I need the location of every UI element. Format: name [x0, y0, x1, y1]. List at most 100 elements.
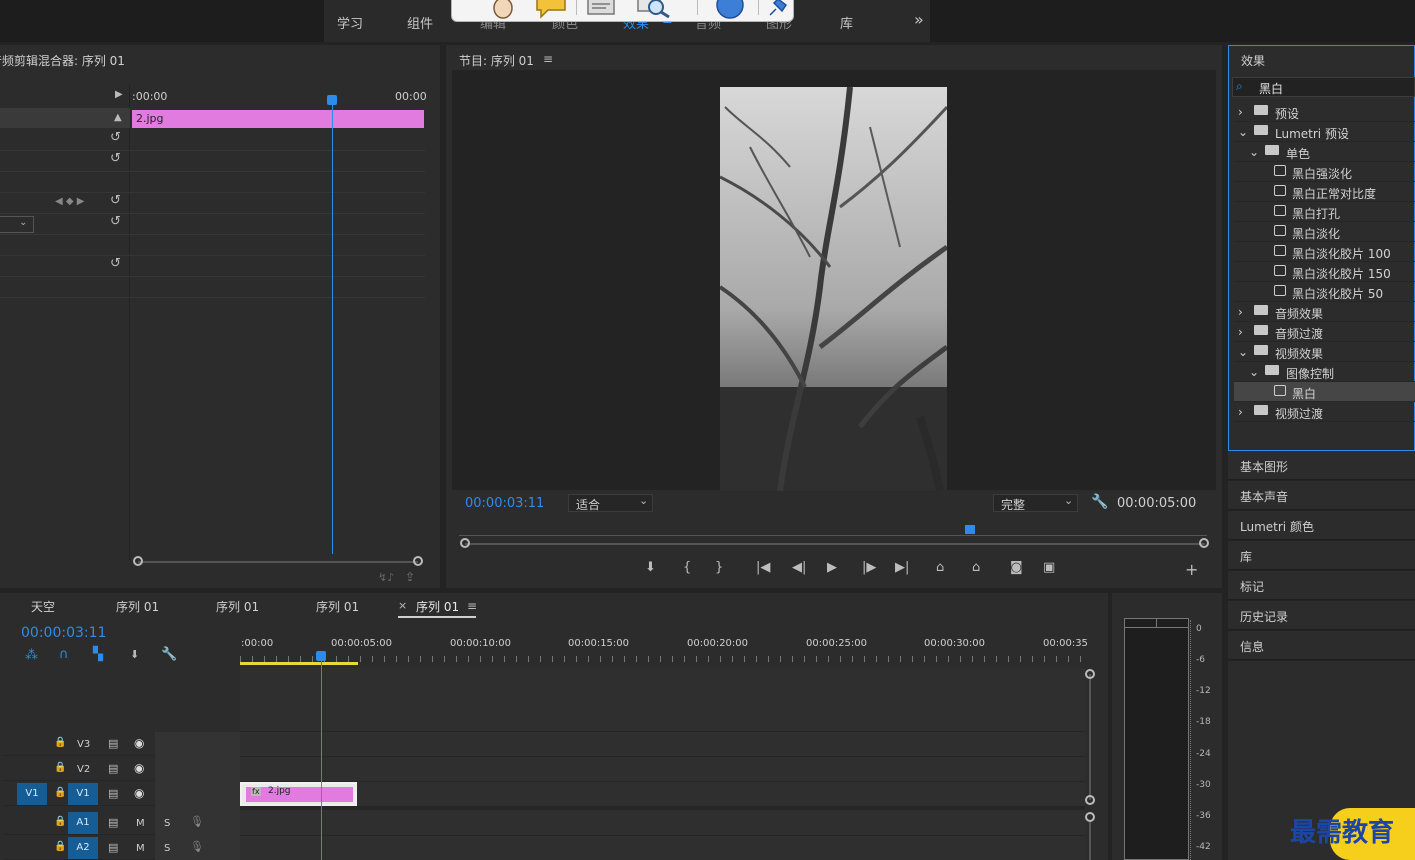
- add-marker-icon[interactable]: ⬇: [645, 560, 656, 575]
- panel-markers[interactable]: 标记: [1228, 571, 1415, 600]
- track-name-v2[interactable]: V2: [77, 764, 90, 775]
- timeline-playhead[interactable]: [316, 651, 326, 661]
- effects-tree-item[interactable]: 黑白正常对比度: [1234, 182, 1415, 202]
- info-icon[interactable]: [712, 0, 748, 21]
- effects-tree-item[interactable]: 黑白强淡化: [1234, 162, 1415, 182]
- panel-info[interactable]: 信息: [1228, 631, 1415, 660]
- timeline-tab-sequence[interactable]: 序列 01: [316, 598, 359, 615]
- zoom-select[interactable]: 适合 ⌄: [568, 494, 653, 512]
- scroll-handle-right[interactable]: [1199, 538, 1209, 548]
- mixer-dropdown[interactable]: ⌄: [0, 216, 34, 233]
- go-to-in-icon[interactable]: |◀: [756, 560, 770, 575]
- mark-in-icon[interactable]: {: [683, 560, 691, 575]
- mark-out-icon[interactable]: }: [715, 560, 723, 575]
- vertical-scrollbar[interactable]: [1089, 822, 1091, 860]
- timeline-tab-sky[interactable]: 天空: [31, 598, 55, 615]
- track-output-icon[interactable]: ▤: [108, 841, 118, 854]
- comment-icon[interactable]: [534, 0, 568, 19]
- timeline-tab-active[interactable]: 序列 01: [416, 598, 459, 615]
- scroll-handle-left[interactable]: [460, 538, 470, 548]
- effects-tree-item[interactable]: 黑白淡化胶片 50: [1234, 282, 1415, 302]
- program-playhead[interactable]: [965, 525, 975, 534]
- solo-button[interactable]: S: [164, 843, 170, 854]
- step-forward-icon[interactable]: |▶: [862, 560, 876, 575]
- effects-tree-item[interactable]: 黑白: [1234, 382, 1415, 402]
- track-output-icon[interactable]: ▤: [108, 737, 118, 750]
- panel-history[interactable]: 历史记录: [1228, 601, 1415, 630]
- track-name-v3[interactable]: V3: [77, 739, 90, 750]
- scroll-handle-right[interactable]: [413, 556, 423, 566]
- effects-tree-item[interactable]: › 音频效果: [1234, 302, 1415, 322]
- vertical-scrollbar[interactable]: [1089, 674, 1091, 800]
- mute-button[interactable]: M: [136, 818, 145, 829]
- effects-tree-item[interactable]: ⌄ 单色: [1234, 142, 1415, 162]
- panel-essential-graphics[interactable]: 基本图形: [1228, 451, 1415, 480]
- mic-icon[interactable]: 🎙: [190, 815, 204, 828]
- go-to-out-icon[interactable]: ▶|: [895, 560, 909, 575]
- panel-lumetri-color[interactable]: Lumetri 颜色: [1228, 511, 1415, 540]
- add-marker-icon[interactable]: ⬇: [130, 648, 139, 661]
- track-output-icon[interactable]: ▤: [108, 762, 118, 775]
- chevron-right-icon[interactable]: ›: [1238, 105, 1243, 119]
- lock-icon[interactable]: 🔒: [54, 841, 66, 852]
- mixer-scrollbar[interactable]: [138, 561, 418, 563]
- lift-icon[interactable]: ⌂: [936, 560, 944, 575]
- reset-icon[interactable]: ↺: [110, 193, 121, 208]
- mixer-playhead[interactable]: [327, 95, 337, 105]
- panel-libraries[interactable]: 库: [1228, 541, 1415, 570]
- timeline-timecode[interactable]: 00:00:03:11: [21, 625, 106, 641]
- hand-icon[interactable]: [490, 0, 516, 21]
- panel-menu-icon[interactable]: ≡: [543, 52, 553, 66]
- wrench-icon[interactable]: 🔧: [1091, 494, 1108, 510]
- effects-tree-item[interactable]: 黑白淡化胶片 100: [1234, 242, 1415, 262]
- mic-icon[interactable]: 🎙: [190, 840, 204, 853]
- eye-icon[interactable]: ◉: [134, 761, 144, 775]
- stamp-icon[interactable]: [584, 0, 620, 19]
- chevron-down-icon[interactable]: ⌄: [1238, 345, 1248, 359]
- effects-tree-item[interactable]: ⌄ Lumetri 预设: [1234, 122, 1415, 142]
- extract-icon[interactable]: ⌂: [972, 560, 980, 575]
- keyframe-nav-icon[interactable]: ◀ ◆ ▶: [55, 196, 84, 207]
- track-output-icon[interactable]: ▤: [108, 816, 118, 829]
- reset-icon[interactable]: ↺: [110, 151, 121, 166]
- collapse-arrow-icon[interactable]: ▲: [114, 112, 122, 123]
- comparison-view-icon[interactable]: ▣: [1043, 560, 1055, 575]
- effects-tree-item[interactable]: ⌄ 图像控制: [1234, 362, 1415, 382]
- work-area-bar[interactable]: [240, 662, 358, 665]
- effects-tree-item[interactable]: 黑白打孔: [1234, 202, 1415, 222]
- timeline-tab-sequence[interactable]: 序列 01: [116, 598, 159, 615]
- eye-icon[interactable]: ◉: [134, 736, 144, 750]
- program-ruler[interactable]: [459, 524, 1207, 536]
- wrench-icon[interactable]: 🔧: [161, 647, 177, 662]
- effects-tree-item[interactable]: 黑白淡化: [1234, 222, 1415, 242]
- close-icon[interactable]: ×: [398, 599, 407, 612]
- chevron-right-icon[interactable]: ›: [1238, 405, 1243, 419]
- source-patch-v1[interactable]: V1: [17, 783, 47, 805]
- export-frame-icon[interactable]: ◙: [1010, 560, 1023, 575]
- scroll-handle-top[interactable]: [1085, 669, 1095, 679]
- effects-tree-item[interactable]: ⌄ 视频效果: [1234, 342, 1415, 362]
- effects-tree-item[interactable]: › 音频过渡: [1234, 322, 1415, 342]
- mute-button[interactable]: M: [136, 843, 145, 854]
- play-arrow-icon[interactable]: ▶: [115, 89, 123, 100]
- chevron-right-icon[interactable]: ›: [1238, 305, 1243, 319]
- track-output-icon[interactable]: ▤: [108, 787, 118, 800]
- panel-essential-sound[interactable]: 基本声音: [1228, 481, 1415, 510]
- program-timecode[interactable]: 00:00:03:11: [465, 496, 544, 511]
- eye-icon[interactable]: ◉: [134, 786, 144, 800]
- snap-icon[interactable]: ∩: [59, 647, 69, 662]
- effects-tree-item[interactable]: 黑白淡化胶片 150: [1234, 262, 1415, 282]
- linked-selection-icon[interactable]: ▚: [93, 647, 103, 662]
- lock-icon[interactable]: 🔒: [54, 787, 66, 798]
- timeline-clip[interactable]: fx 2.jpg: [240, 782, 357, 806]
- export-icon[interactable]: ⇪: [405, 570, 415, 584]
- program-scrollbar[interactable]: [465, 543, 1205, 545]
- workspace-more-icon[interactable]: »: [914, 10, 924, 29]
- track-name-a1[interactable]: A1: [68, 812, 98, 834]
- chevron-down-icon[interactable]: ⌄: [1249, 365, 1259, 379]
- lock-icon[interactable]: 🔒: [54, 737, 66, 748]
- play-icon[interactable]: ▶: [827, 560, 837, 575]
- effects-search-box[interactable]: ⌕ 黑白: [1232, 77, 1415, 97]
- panel-menu-icon[interactable]: ≡: [467, 599, 477, 613]
- solo-button[interactable]: S: [164, 818, 170, 829]
